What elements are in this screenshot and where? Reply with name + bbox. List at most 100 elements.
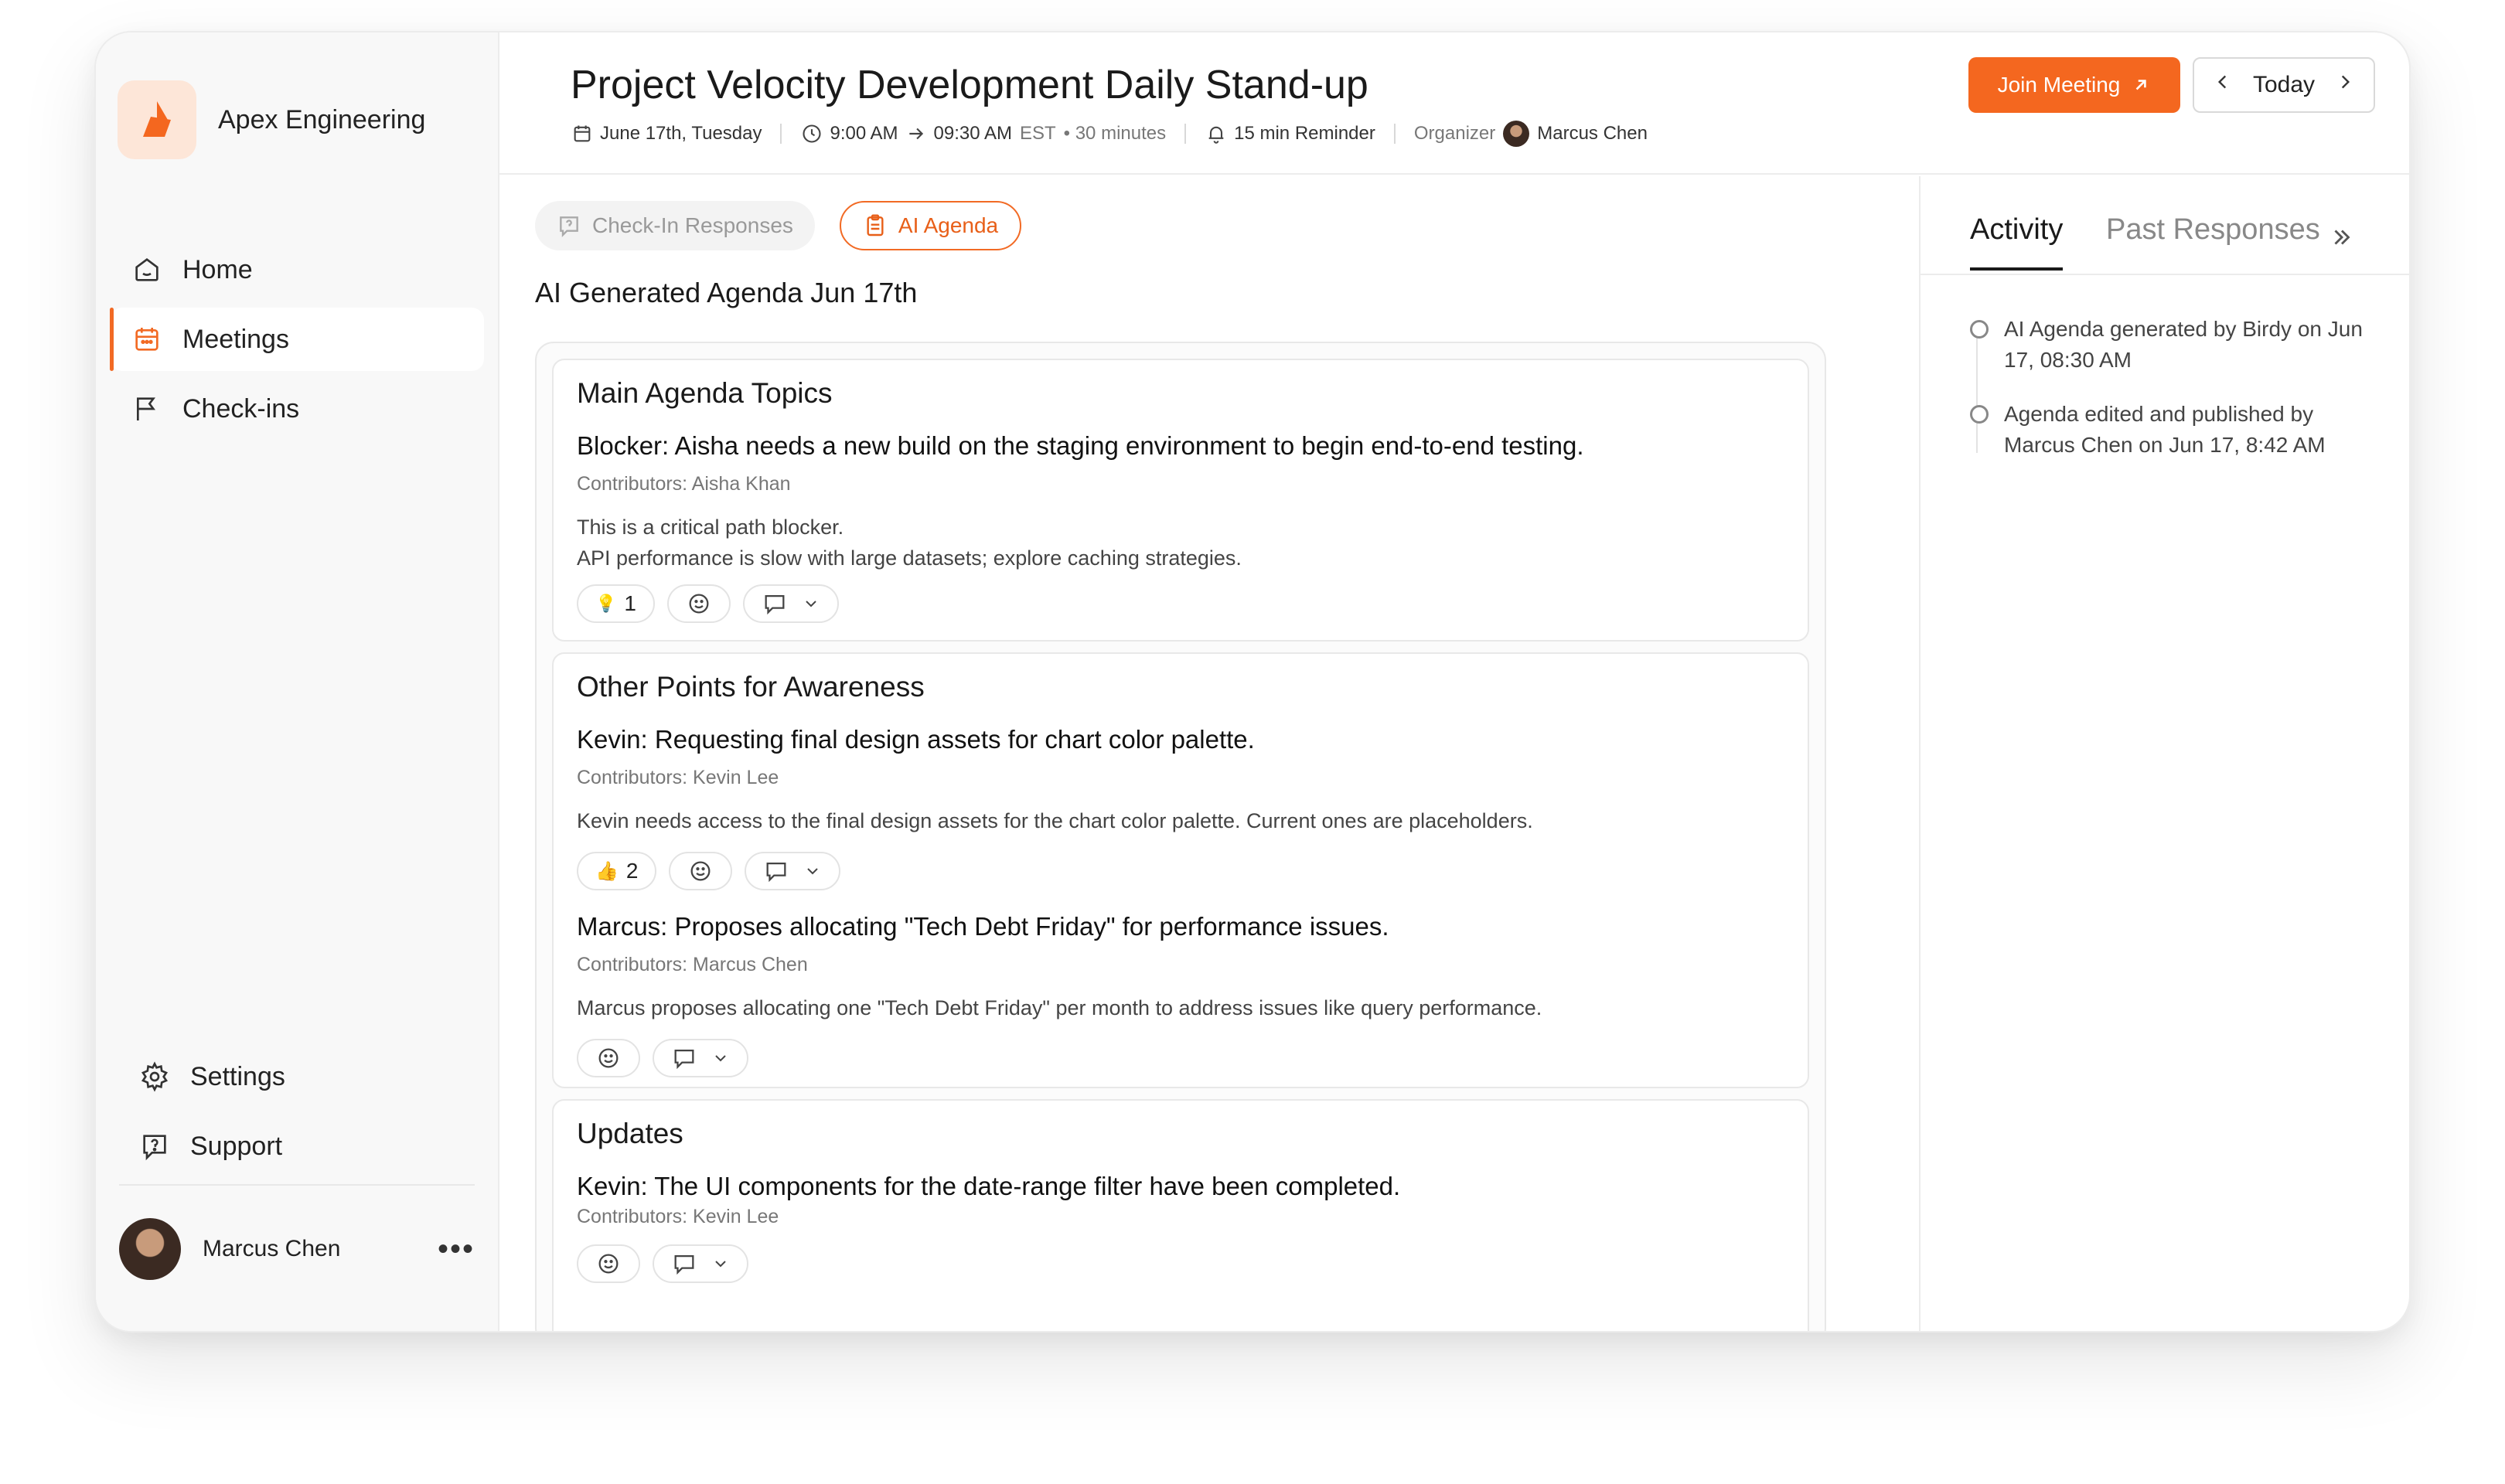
reactions-bar	[577, 1039, 761, 1077]
activity-event: AI Agenda generated by Birdy on Jun 17, …	[1970, 314, 2363, 376]
agenda-item-description: Kevin needs access to the final design a…	[577, 805, 1533, 836]
chevron-down-icon	[711, 1254, 730, 1273]
comment-icon	[671, 1045, 697, 1071]
smiley-add-icon	[595, 1251, 622, 1277]
agenda-list[interactable]: Main Agenda Topics Blocker: Aisha needs …	[535, 342, 1826, 1331]
today-navigator[interactable]: Today	[2193, 57, 2375, 113]
meta-separator	[1393, 124, 1396, 144]
agenda-section-card: Updates Kevin: The UI components for the…	[552, 1099, 1809, 1331]
reactions-bar: 👍 2	[577, 852, 853, 890]
user-name: Marcus Chen	[203, 1236, 341, 1261]
description-line: API performance is slow with large datas…	[577, 546, 1242, 570]
sidebar-item-checkins[interactable]: Check-ins	[110, 377, 484, 441]
meeting-end-time: 09:30 AM	[933, 123, 1012, 144]
reaction-chip[interactable]: 👍 2	[577, 852, 657, 890]
comment-dropdown-button[interactable]	[653, 1039, 748, 1077]
bell-icon	[1205, 122, 1228, 145]
brand-name: Apex Engineering	[218, 104, 426, 134]
section-title: Updates	[577, 1118, 683, 1149]
tab-checkin-responses[interactable]: Check-In Responses	[535, 201, 815, 250]
sidebar-item-settings[interactable]: Settings	[119, 1045, 475, 1108]
meta-separator	[780, 124, 782, 144]
agenda-item-description: Marcus proposes allocating one "Tech Deb…	[577, 992, 1542, 1023]
reaction-chip[interactable]: 💡 1	[577, 584, 655, 623]
brand-logo-icon	[118, 80, 196, 159]
flag-icon	[130, 392, 164, 426]
tab-label: Check-In Responses	[592, 213, 793, 237]
sidebar-item-support[interactable]: Support	[119, 1115, 475, 1178]
agenda-item-description: This is a critical path blocker. API per…	[577, 512, 1242, 574]
add-reaction-button[interactable]	[666, 584, 731, 623]
description-line: This is a critical path blocker.	[577, 516, 844, 539]
smiley-add-icon	[686, 591, 712, 617]
sidebar-item-label: Settings	[190, 1061, 285, 1091]
chevron-left-icon[interactable]	[2213, 72, 2233, 98]
add-reaction-button[interactable]	[577, 1039, 640, 1077]
user-profile[interactable]: Marcus Chen •••	[119, 1218, 475, 1280]
gear-icon	[138, 1060, 172, 1094]
calendar-icon	[130, 322, 164, 356]
agenda-heading: AI Generated Agenda Jun 17th	[535, 277, 918, 308]
page-title: Project Velocity Development Daily Stand…	[571, 63, 1368, 107]
comment-dropdown-button[interactable]	[745, 852, 841, 890]
meeting-duration: • 30 minutes	[1063, 123, 1167, 144]
comment-icon	[763, 858, 789, 884]
clipboard-icon	[863, 213, 888, 238]
app-window: Apex Engineering Home Meetings Check-ins	[94, 31, 2411, 1333]
tab-label: AI Agenda	[898, 213, 999, 237]
today-label[interactable]: Today	[2253, 72, 2315, 98]
sidebar: Apex Engineering Home Meetings Check-ins	[96, 32, 499, 1331]
reaction-count: 2	[625, 859, 639, 883]
avatar	[119, 1218, 181, 1280]
external-link-icon	[2131, 75, 2151, 95]
sidebar-item-home[interactable]: Home	[110, 238, 484, 301]
agenda-item-contributors: Contributors: Kevin Lee	[577, 767, 779, 788]
lightbulb-emoji: 💡	[595, 594, 617, 613]
comment-icon	[671, 1251, 697, 1277]
brand[interactable]: Apex Engineering	[118, 80, 425, 159]
description-line: Kevin needs access to the final design a…	[577, 809, 1533, 832]
join-meeting-button[interactable]: Join Meeting	[1968, 57, 2180, 113]
chevron-right-icon[interactable]	[2335, 72, 2355, 98]
add-reaction-button[interactable]	[669, 852, 733, 890]
collapse-panel-icon[interactable]	[2329, 224, 2355, 254]
agenda-item-title: Kevin: Requesting final design assets fo…	[577, 725, 1255, 754]
meeting-start-time: 9:00 AM	[830, 123, 898, 144]
sidebar-divider	[119, 1184, 475, 1186]
add-reaction-button[interactable]	[577, 1244, 640, 1283]
join-meeting-label: Join Meeting	[1997, 73, 2121, 97]
comment-dropdown-button[interactable]	[653, 1244, 748, 1283]
comment-icon	[762, 591, 788, 617]
activity-timeline: AI Agenda generated by Birdy on Jun 17, …	[1970, 314, 2363, 484]
tab-activity[interactable]: Activity	[1970, 213, 2064, 271]
meeting-header: Project Velocity Development Daily Stand…	[499, 32, 2409, 175]
comment-dropdown-button[interactable]	[742, 584, 839, 623]
clock-icon	[800, 122, 823, 145]
agenda-item-title: Kevin: The UI components for the date-ra…	[577, 1172, 1401, 1200]
reactions-bar	[577, 1244, 761, 1283]
arrow-right-icon	[905, 122, 928, 145]
chat-question-icon	[557, 213, 581, 238]
sidebar-item-label: Meetings	[182, 324, 289, 354]
reactions-bar: 💡 1	[577, 584, 851, 623]
meeting-reminder[interactable]: 15 min Reminder	[1234, 123, 1375, 145]
home-icon	[130, 253, 164, 287]
sidebar-item-label: Check-ins	[182, 393, 300, 424]
thumbs-up-emoji: 👍	[595, 860, 619, 882]
more-options-icon[interactable]: •••	[438, 1232, 475, 1267]
description-line: Marcus proposes allocating one "Tech Deb…	[577, 996, 1542, 1019]
agenda-item-title: Blocker: Aisha needs a new build on the …	[577, 431, 1584, 460]
smiley-add-icon	[595, 1045, 622, 1071]
organizer-name: Marcus Chen	[1537, 123, 1648, 144]
organizer-label: Organizer	[1413, 123, 1496, 144]
agenda-item-contributors: Contributors: Marcus Chen	[577, 954, 808, 975]
activity-panel: Activity Past Responses AI Agenda genera…	[1919, 176, 2409, 1331]
tab-past-responses[interactable]: Past Responses	[2106, 213, 2320, 247]
calendar-icon	[571, 122, 594, 145]
sidebar-item-meetings[interactable]: Meetings	[110, 308, 484, 371]
meeting-date: June 17th, Tuesday	[600, 123, 762, 144]
chevron-down-icon	[711, 1049, 730, 1067]
chevron-down-icon	[803, 862, 822, 880]
agenda-item-contributors: Contributors: Kevin Lee	[577, 1206, 779, 1227]
tab-ai-agenda[interactable]: AI Agenda	[839, 201, 1022, 250]
